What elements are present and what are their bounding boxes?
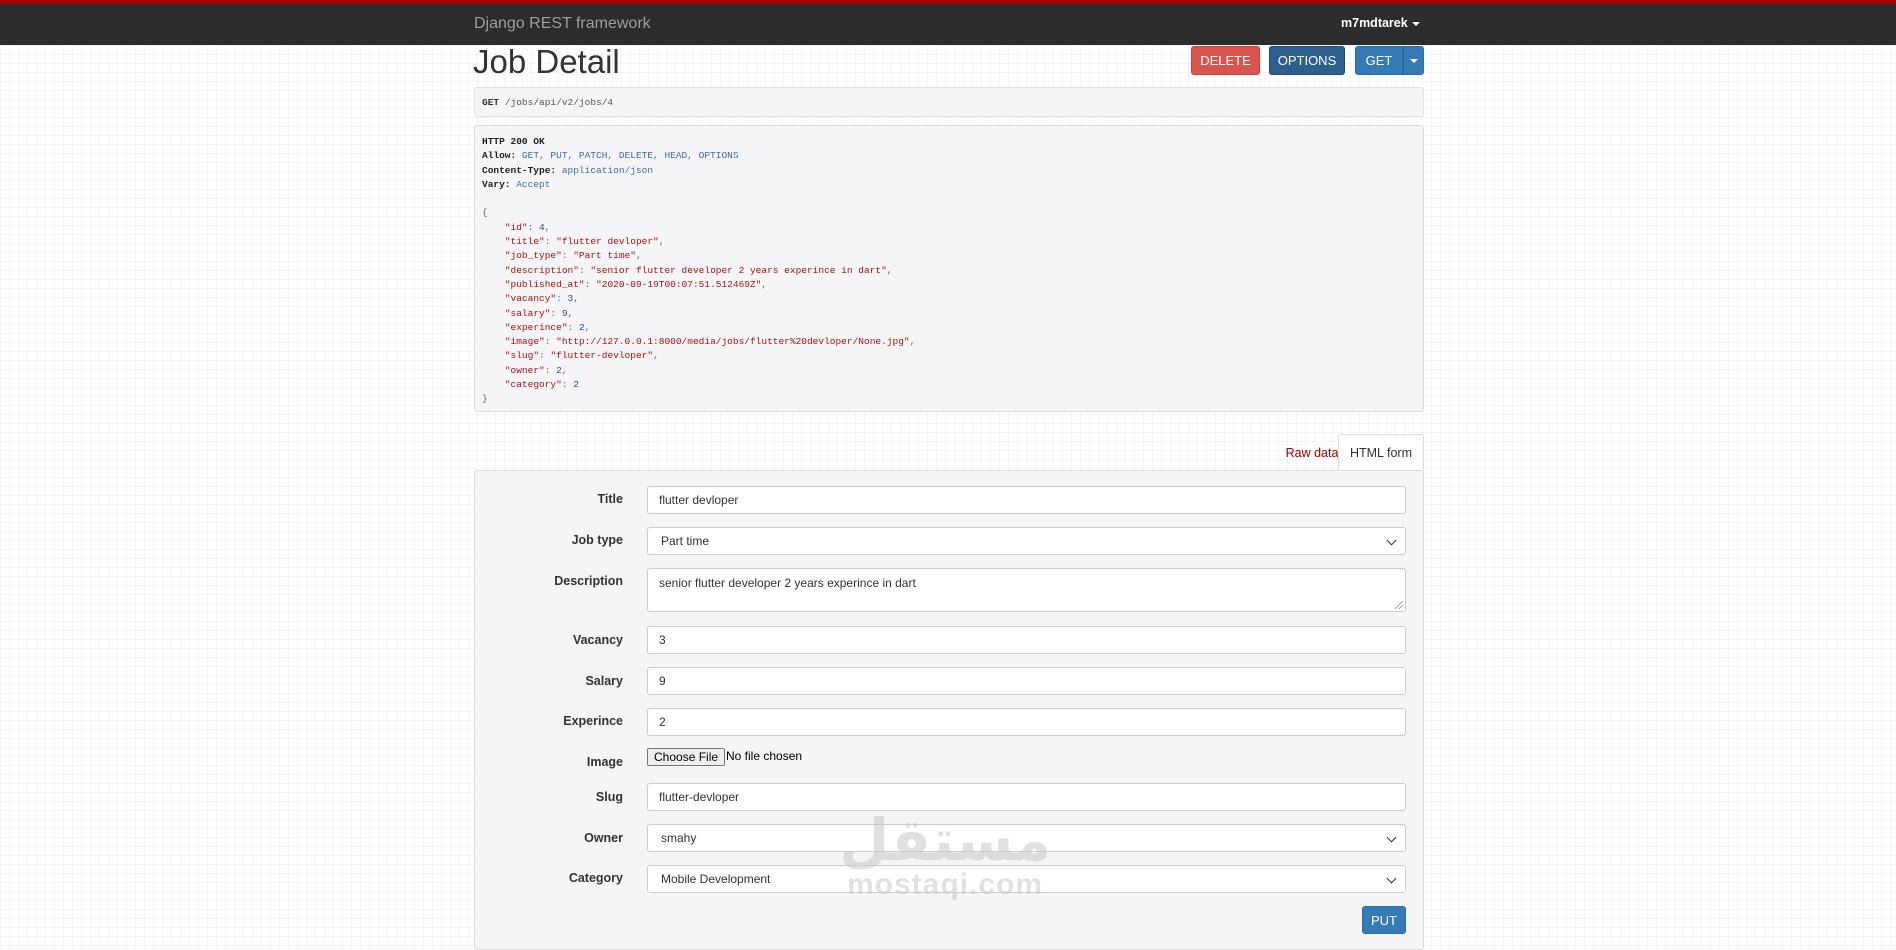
json-key: "job_type": [504, 250, 562, 262]
image-label: Image: [586, 755, 623, 769]
json-value: "flutter-devloper": [550, 350, 654, 362]
header-key: Allow:: [482, 150, 517, 162]
json-line: "slug": "flutter-devloper",: [504, 350, 659, 362]
json-value: "http://127.0.0.1:8000/media/jobs/flutte…: [556, 336, 910, 348]
json-value: "flutter devloper": [556, 236, 659, 248]
chevron-down-icon: [1386, 873, 1397, 884]
navbar: Django REST framework m7mdtarek: [0, 0, 1896, 45]
chevron-down-icon: [1411, 21, 1420, 26]
slug-input[interactable]: flutter-devloper: [647, 783, 1406, 811]
json-key: "image": [504, 336, 545, 348]
user-menu[interactable]: m7mdtarek: [1341, 16, 1420, 30]
json-open-brace: {: [482, 207, 488, 219]
json-line: "owner": 2,: [504, 364, 568, 376]
json-line: "experince": 2,: [504, 321, 591, 333]
json-key: "owner": [504, 364, 545, 376]
chevron-down-icon: [1409, 58, 1418, 63]
json-key: "published_at": [504, 278, 585, 290]
json-value: "2020-09-19T00:07:51.512469Z": [596, 278, 762, 290]
delete-button[interactable]: DELETE: [1191, 46, 1260, 75]
request-info: GET /jobs/api/v2/jobs/4: [474, 87, 1424, 117]
get-format-dropdown[interactable]: [1403, 46, 1424, 75]
json-line: "job_type": "Part time",: [504, 250, 642, 262]
experince-input[interactable]: 2: [647, 708, 1406, 736]
json-key: "title": [504, 236, 545, 248]
response-info: HTTP 200 OK Allow: GET, PUT, PATCH, DELE…: [474, 125, 1424, 412]
response-header: Allow: GET, PUT, PATCH, DELETE, HEAD, OP…: [482, 149, 1416, 163]
page-title: Job Detail: [473, 43, 620, 80]
file-status: No file chosen: [726, 749, 803, 763]
json-value: "senior flutter developer 2 years experi…: [590, 264, 887, 276]
chevron-down-icon: [1386, 535, 1397, 546]
salary-input[interactable]: 9: [647, 667, 1406, 695]
json-key: "description": [504, 264, 579, 276]
header-key: Content-Type:: [482, 164, 557, 176]
json-line: "salary": 9,: [504, 307, 574, 319]
title-label: Title: [597, 492, 623, 506]
title-input[interactable]: flutter devloper: [647, 486, 1406, 514]
experince-value: 2: [659, 715, 666, 729]
json-value: 2: [573, 379, 579, 391]
json-key: "slug": [504, 350, 540, 362]
job-type-value: Part time: [661, 534, 710, 548]
response-header: Vary: Accept: [482, 178, 1416, 192]
json-line: "vacancy": 3,: [504, 293, 579, 305]
options-button[interactable]: OPTIONS: [1269, 46, 1345, 75]
description-textarea[interactable]: senior flutter developer 2 years experin…: [647, 568, 1406, 612]
put-button[interactable]: PUT: [1362, 906, 1406, 934]
salary-value: 9: [659, 674, 666, 688]
json-line: "category": 2: [504, 379, 579, 391]
description-label: Description: [554, 574, 623, 588]
json-line: "description": "senior flutter developer…: [504, 264, 893, 276]
category-select[interactable]: Mobile Development: [647, 865, 1406, 893]
brand-link[interactable]: Django REST framework: [474, 15, 651, 33]
json-key: "vacancy": [504, 293, 557, 305]
response-status: HTTP 200 OK: [482, 136, 545, 147]
vacancy-input[interactable]: 3: [647, 626, 1406, 654]
json-key: "experince": [504, 321, 568, 333]
slug-value: flutter-devloper: [659, 790, 740, 804]
get-button[interactable]: GET: [1355, 46, 1403, 75]
header-key: Vary:: [482, 178, 511, 190]
chevron-down-icon: [1386, 832, 1397, 843]
username: m7mdtarek: [1341, 16, 1408, 30]
json-key: "salary": [504, 307, 551, 319]
choose-file-button[interactable]: Choose File: [647, 748, 726, 766]
json-key: "category": [504, 379, 562, 391]
header-value: Accept: [516, 178, 551, 190]
slug-label: Slug: [595, 790, 623, 804]
salary-label: Salary: [585, 674, 623, 688]
json-line: "image": "http://127.0.0.1:8000/media/jo…: [504, 336, 916, 348]
vacancy-value: 3: [659, 633, 666, 647]
json-line: "published_at": "2020-09-19T00:07:51.512…: [504, 278, 768, 290]
experince-label: Experince: [563, 714, 623, 728]
json-line: "title": "flutter devloper",: [504, 236, 665, 248]
resize-handle-icon[interactable]: [1395, 601, 1403, 609]
json-key: "id": [504, 221, 528, 233]
json-line: "id": 4,: [504, 221, 551, 233]
category-value: Mobile Development: [661, 872, 771, 886]
job-type-select[interactable]: Part time: [647, 527, 1406, 555]
vacancy-label: Vacancy: [572, 633, 623, 647]
owner-select[interactable]: smahy: [647, 824, 1406, 852]
owner-value: smahy: [661, 831, 697, 845]
request-path: /jobs/api/v2/jobs/4: [504, 97, 614, 108]
title-value: flutter devloper: [659, 493, 739, 507]
header-value: GET, PUT, PATCH, DELETE, HEAD, OPTIONS: [521, 150, 739, 162]
request-method: GET: [482, 97, 500, 108]
owner-label: Owner: [584, 831, 623, 845]
tab-html-form[interactable]: HTML form: [1338, 434, 1424, 471]
description-value: senior flutter developer 2 years experin…: [659, 576, 916, 590]
response-header: Content-Type: application/json: [482, 164, 1416, 178]
json-close-brace: }: [482, 393, 488, 405]
category-label: Category: [568, 871, 623, 885]
job-type-label: Job type: [571, 533, 623, 547]
header-value: application/json: [561, 164, 654, 176]
json-value: "Part time": [573, 250, 636, 262]
